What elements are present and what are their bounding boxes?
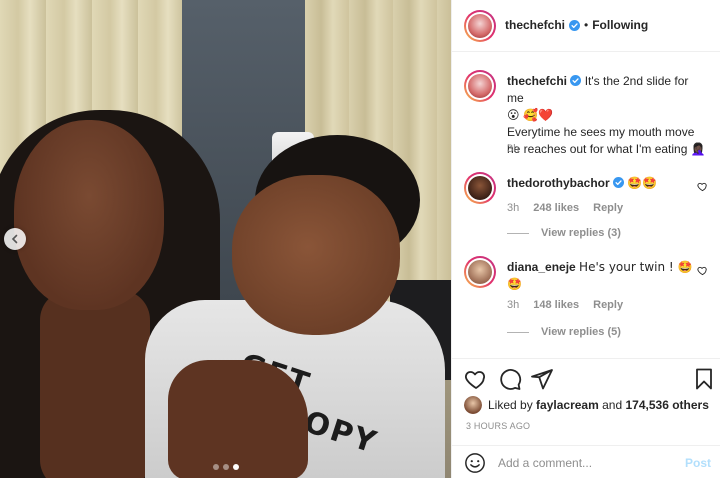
like-comment-heart-icon[interactable] [697, 265, 708, 276]
following-button[interactable]: Following [592, 18, 648, 32]
commenter-username[interactable]: thedorothybachor [507, 176, 610, 190]
comment-likes[interactable]: 248 likes [533, 202, 579, 214]
verified-badge-icon [613, 177, 625, 188]
liked-by-prefix: Liked by [488, 398, 533, 412]
comment-body: 🤩🤩 [627, 176, 658, 190]
verified-badge-icon [570, 75, 582, 86]
woman-neck [40, 290, 150, 478]
comment-body-extra: 🤩 [507, 277, 522, 291]
view-replies-button[interactable]: View replies (3) [507, 227, 621, 239]
post-comment-button[interactable]: Post [685, 456, 711, 470]
post-header: thechefchi • Following [452, 0, 720, 52]
comment-body: He's your twin ! 🤩 [579, 260, 693, 274]
comment-item: thedorothybachor 🤩🤩 3h 248 likes Reply V… [464, 172, 714, 252]
woman-face [14, 120, 164, 310]
replies-divider [507, 232, 529, 234]
comment-time[interactable]: 3h [507, 202, 519, 214]
post-actions: Liked by faylacream and 174,536 others 3… [452, 358, 720, 478]
comment-reply-button[interactable]: Reply [593, 299, 623, 311]
comment-meta: 3h 148 likes Reply [507, 299, 623, 311]
comment-meta: 3h 248 likes Reply [507, 202, 623, 214]
comment-text: diana_eneje He's your twin ! 🤩 🤩 [507, 259, 707, 293]
caption-meta: 3h [507, 143, 519, 155]
caption-emoji-facepalm: 🤦🏿‍♀️ [690, 142, 706, 156]
like-heart-icon[interactable] [464, 367, 488, 391]
verified-badge-icon [569, 19, 581, 31]
comment-reply-button[interactable]: Reply [593, 202, 623, 214]
caption-line-2: Everytime he sees my mouth move he reach… [507, 125, 695, 156]
carousel-dot [213, 464, 219, 470]
commenter-avatar[interactable] [464, 172, 496, 204]
comment-text: thedorothybachor 🤩🤩 [507, 175, 707, 192]
carousel-previous-button[interactable] [4, 228, 26, 250]
caption-username[interactable]: thechefchi [507, 74, 567, 88]
caption: thechefchi It's the 2nd slide for me 😮 🥰… [464, 70, 714, 160]
commenter-username[interactable]: diana_eneje [507, 260, 576, 274]
liked-by-count[interactable]: 174,536 others [625, 398, 708, 412]
add-comment-input[interactable] [498, 455, 678, 470]
comment-likes[interactable]: 148 likes [533, 299, 579, 311]
carousel-dots [213, 464, 239, 470]
liked-by-and: and [602, 398, 623, 412]
share-paper-plane-icon[interactable] [530, 367, 554, 391]
caption-emojis: 😮 🥰❤️ [507, 108, 554, 122]
header-separator: • [584, 18, 589, 32]
caption-text: thechefchi It's the 2nd slide for me 😮 🥰… [507, 73, 707, 158]
baby-face [232, 175, 400, 335]
liker-avatar[interactable] [464, 396, 482, 414]
author-avatar[interactable] [464, 10, 496, 42]
like-comment-heart-icon[interactable] [697, 181, 708, 192]
carousel-dot-active [233, 464, 239, 470]
commenter-avatar[interactable] [464, 256, 496, 288]
view-replies-label: View replies (5) [541, 326, 621, 338]
emoji-smiley-icon[interactable] [464, 452, 486, 474]
add-comment-bar: Post [452, 445, 720, 478]
post-timestamp[interactable]: 3 HOURS AGO [466, 421, 530, 431]
liked-by-user[interactable]: faylacream [536, 398, 599, 412]
caption-time[interactable]: 3h [507, 143, 519, 155]
comment-bubble-icon[interactable] [498, 367, 522, 391]
post-photo[interactable]: GET SNOOPY [0, 0, 451, 478]
hand [168, 360, 308, 478]
view-replies-label: View replies (3) [541, 227, 621, 239]
post-side-panel: thechefchi • Following thechefchi It's t… [451, 0, 720, 478]
chevron-left-icon [11, 234, 18, 244]
caption-avatar[interactable] [464, 70, 496, 102]
liked-by: Liked by faylacream and 174,536 others [464, 396, 709, 414]
carousel-dot [223, 464, 229, 470]
author-username[interactable]: thechefchi [505, 18, 565, 32]
replies-divider [507, 331, 529, 333]
comment-time[interactable]: 3h [507, 299, 519, 311]
view-replies-button[interactable]: View replies (5) [507, 326, 621, 338]
comment-item: diana_eneje He's your twin ! 🤩 🤩 3h 148 … [464, 256, 714, 346]
bookmark-icon[interactable] [692, 367, 716, 391]
